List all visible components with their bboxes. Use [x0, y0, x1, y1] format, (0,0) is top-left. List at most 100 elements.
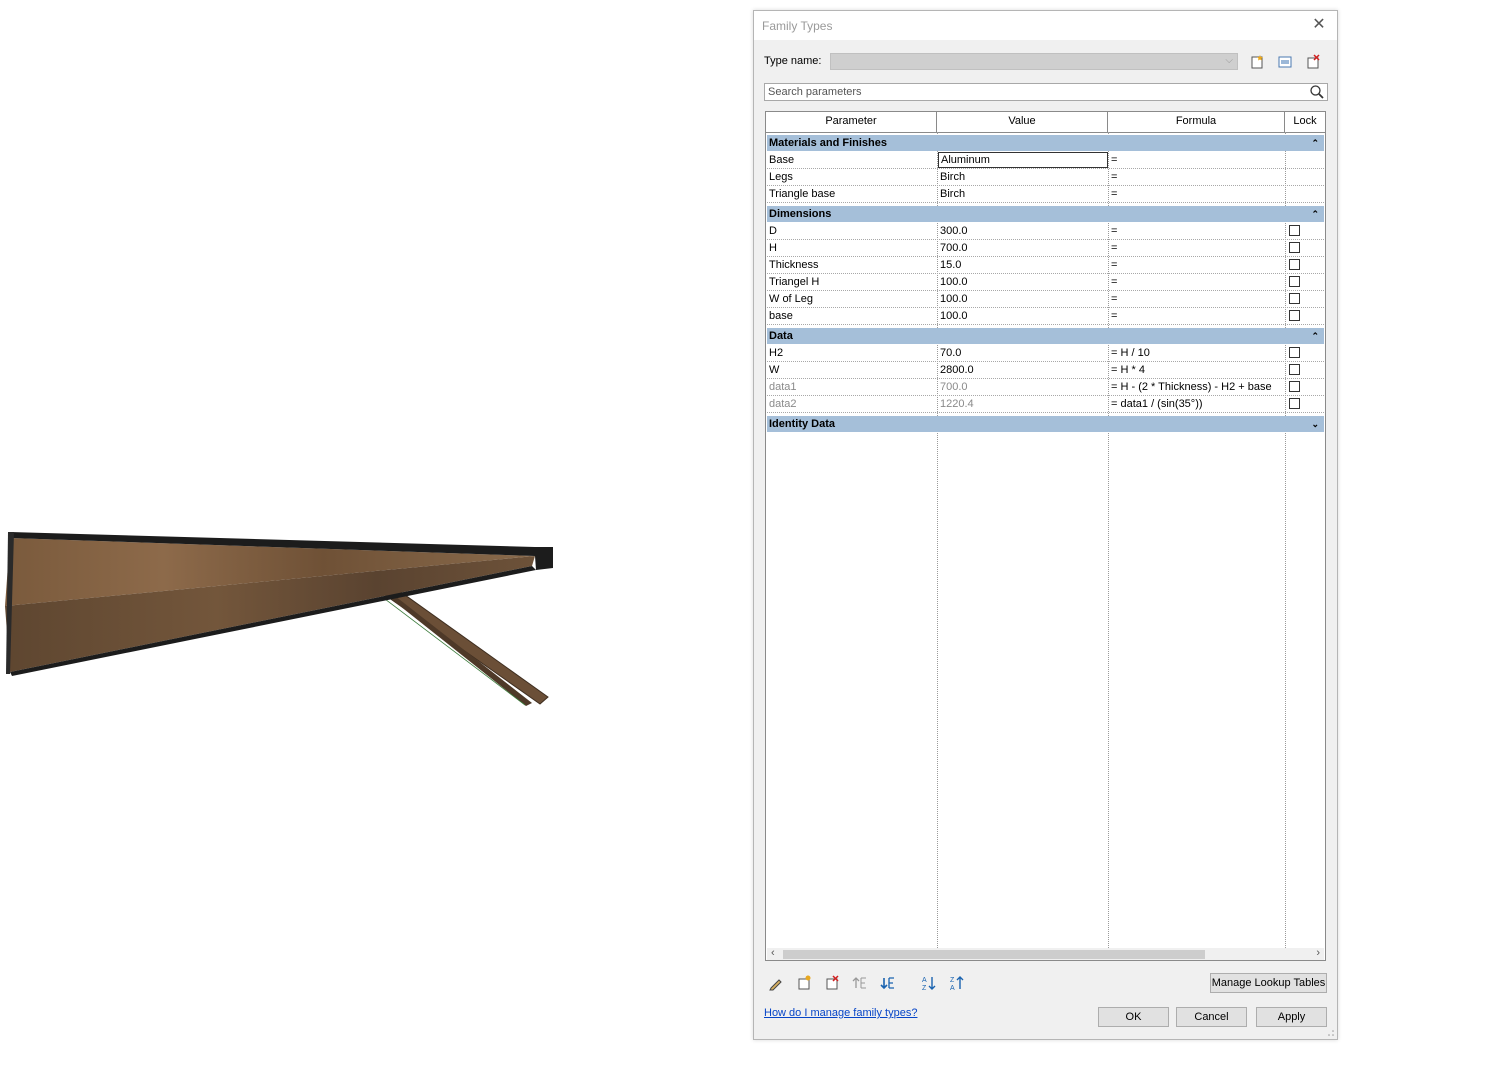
param-value[interactable]: Birch [938, 186, 1109, 202]
apply-button[interactable]: Apply [1256, 1007, 1327, 1027]
table-row[interactable]: Legs Birch = [767, 169, 1324, 186]
chevron-down-icon: ⌵ [1225, 55, 1233, 66]
lock-checkbox[interactable] [1289, 259, 1300, 270]
delete-parameter-icon[interactable] [822, 973, 842, 993]
search-input[interactable] [765, 84, 1311, 100]
scrollbar-thumb[interactable] [783, 950, 1205, 959]
column-header-formula[interactable]: Formula [1108, 112, 1285, 132]
param-name: data2 [769, 398, 797, 410]
table-row[interactable]: W 2800.0 = H * 4 [767, 362, 1324, 379]
table-row[interactable]: Triangle base Birch = [767, 186, 1324, 203]
dialog-title: Family Types [762, 19, 833, 33]
table-row[interactable]: Thickness 15.0 = [767, 257, 1324, 274]
move-down-icon[interactable] [878, 973, 898, 993]
type-name-dropdown[interactable]: ⌵ [830, 53, 1238, 70]
param-value[interactable]: 100.0 [938, 274, 1109, 290]
param-formula[interactable]: = [1109, 223, 1286, 239]
help-link[interactable]: How do I manage family types? [764, 1007, 917, 1019]
param-value[interactable]: 100.0 [938, 308, 1109, 324]
group-materials-and-finishes[interactable]: Materials and Finishes ⌃ [767, 135, 1324, 151]
lock-checkbox[interactable] [1289, 347, 1300, 358]
scroll-right-icon[interactable]: › [1316, 947, 1320, 959]
param-value-field[interactable]: Aluminum [938, 152, 1108, 168]
lock-checkbox[interactable] [1289, 225, 1300, 236]
move-up-icon[interactable] [850, 973, 870, 993]
column-header-parameter[interactable]: Parameter [766, 112, 937, 132]
dialog-titlebar: Family Types ✕ [754, 11, 1337, 40]
param-formula[interactable]: = [1109, 169, 1286, 185]
ok-button[interactable]: OK [1098, 1007, 1169, 1027]
param-formula[interactable]: = [1109, 257, 1286, 273]
manage-lookup-tables-button[interactable]: Manage Lookup Tables [1210, 973, 1327, 993]
delete-type-button[interactable] [1303, 53, 1323, 71]
search-parameters-box [764, 83, 1328, 101]
param-name: Legs [769, 171, 793, 183]
lock-checkbox[interactable] [1289, 381, 1300, 392]
param-formula[interactable]: = [1109, 186, 1286, 202]
collapse-icon[interactable]: ⌃ [1311, 328, 1319, 344]
lock-checkbox[interactable] [1289, 276, 1300, 287]
table-row[interactable]: D 300.0 = [767, 223, 1324, 240]
group-dimensions[interactable]: Dimensions ⌃ [767, 206, 1324, 222]
lock-checkbox[interactable] [1289, 242, 1300, 253]
svg-text:A: A [950, 985, 955, 991]
group-data[interactable]: Data ⌃ [767, 328, 1324, 344]
table-row[interactable]: Base Aluminum = [767, 152, 1324, 169]
new-parameter-icon[interactable] [794, 973, 814, 993]
grid-header: Parameter Value Formula Lock [766, 112, 1325, 133]
scroll-left-icon[interactable]: ‹ [771, 947, 775, 959]
new-type-icon [1251, 55, 1263, 69]
param-formula[interactable]: = [1109, 240, 1286, 256]
column-header-lock[interactable]: Lock [1285, 112, 1325, 132]
collapse-icon[interactable]: ⌃ [1311, 206, 1319, 222]
param-formula[interactable]: = [1109, 152, 1286, 168]
param-name: Thickness [769, 259, 819, 271]
parameters-grid: Parameter Value Formula Lock Materials a… [765, 111, 1326, 961]
edit-parameter-icon[interactable] [766, 973, 786, 993]
table-row[interactable]: H2 70.0 = H / 10 [767, 345, 1324, 362]
table-row[interactable]: base 100.0 = [767, 308, 1324, 325]
sort-descending-icon[interactable]: ZA [947, 973, 967, 993]
close-icon[interactable]: ✕ [1309, 15, 1329, 35]
param-formula[interactable]: = data1 / (sin(35°)) [1109, 396, 1286, 412]
param-value[interactable]: Birch [938, 169, 1109, 185]
table-row[interactable]: Triangel H 100.0 = [767, 274, 1324, 291]
resize-grip-icon[interactable] [1327, 1029, 1335, 1037]
sort-ascending-icon[interactable]: AZ [919, 973, 939, 993]
param-name: Triangle base [769, 188, 836, 200]
rename-type-button[interactable] [1275, 53, 1295, 71]
lock-checkbox[interactable] [1289, 398, 1300, 409]
lock-checkbox[interactable] [1289, 293, 1300, 304]
delete-type-icon [1307, 54, 1320, 69]
param-formula[interactable]: = [1109, 308, 1286, 324]
param-value[interactable]: 100.0 [938, 291, 1109, 307]
param-value[interactable]: 70.0 [938, 345, 1109, 361]
param-formula[interactable]: = H - (2 * Thickness) - H2 + base [1109, 379, 1286, 395]
param-formula[interactable]: = H / 10 [1109, 345, 1286, 361]
column-header-value[interactable]: Value [937, 112, 1108, 132]
table-row[interactable]: data2 1220.4 = data1 / (sin(35°)) [767, 396, 1324, 413]
horizontal-scrollbar[interactable]: ‹ › [767, 947, 1324, 960]
param-formula[interactable]: = [1109, 274, 1286, 290]
param-value[interactable]: 2800.0 [938, 362, 1109, 378]
table-row[interactable]: H 700.0 = [767, 240, 1324, 257]
table-row[interactable]: data1 700.0 = H - (2 * Thickness) - H2 +… [767, 379, 1324, 396]
group-label: Data [769, 330, 793, 342]
expand-icon[interactable]: ⌄ [1311, 416, 1319, 432]
table-model-3d [5, 532, 553, 706]
group-identity-data[interactable]: Identity Data ⌄ [767, 416, 1324, 432]
new-type-button[interactable] [1247, 53, 1267, 71]
param-value[interactable]: 700.0 [938, 240, 1109, 256]
group-label: Dimensions [769, 208, 832, 220]
table-row[interactable]: W of Leg 100.0 = [767, 291, 1324, 308]
param-formula[interactable]: = H * 4 [1109, 362, 1286, 378]
search-icon[interactable] [1309, 84, 1325, 100]
param-value[interactable]: 15.0 [938, 257, 1109, 273]
model-viewport[interactable] [0, 0, 750, 1080]
lock-checkbox[interactable] [1289, 310, 1300, 321]
lock-checkbox[interactable] [1289, 364, 1300, 375]
param-value[interactable]: 300.0 [938, 223, 1109, 239]
param-formula[interactable]: = [1109, 291, 1286, 307]
cancel-button[interactable]: Cancel [1176, 1007, 1247, 1027]
collapse-icon[interactable]: ⌃ [1311, 135, 1319, 151]
